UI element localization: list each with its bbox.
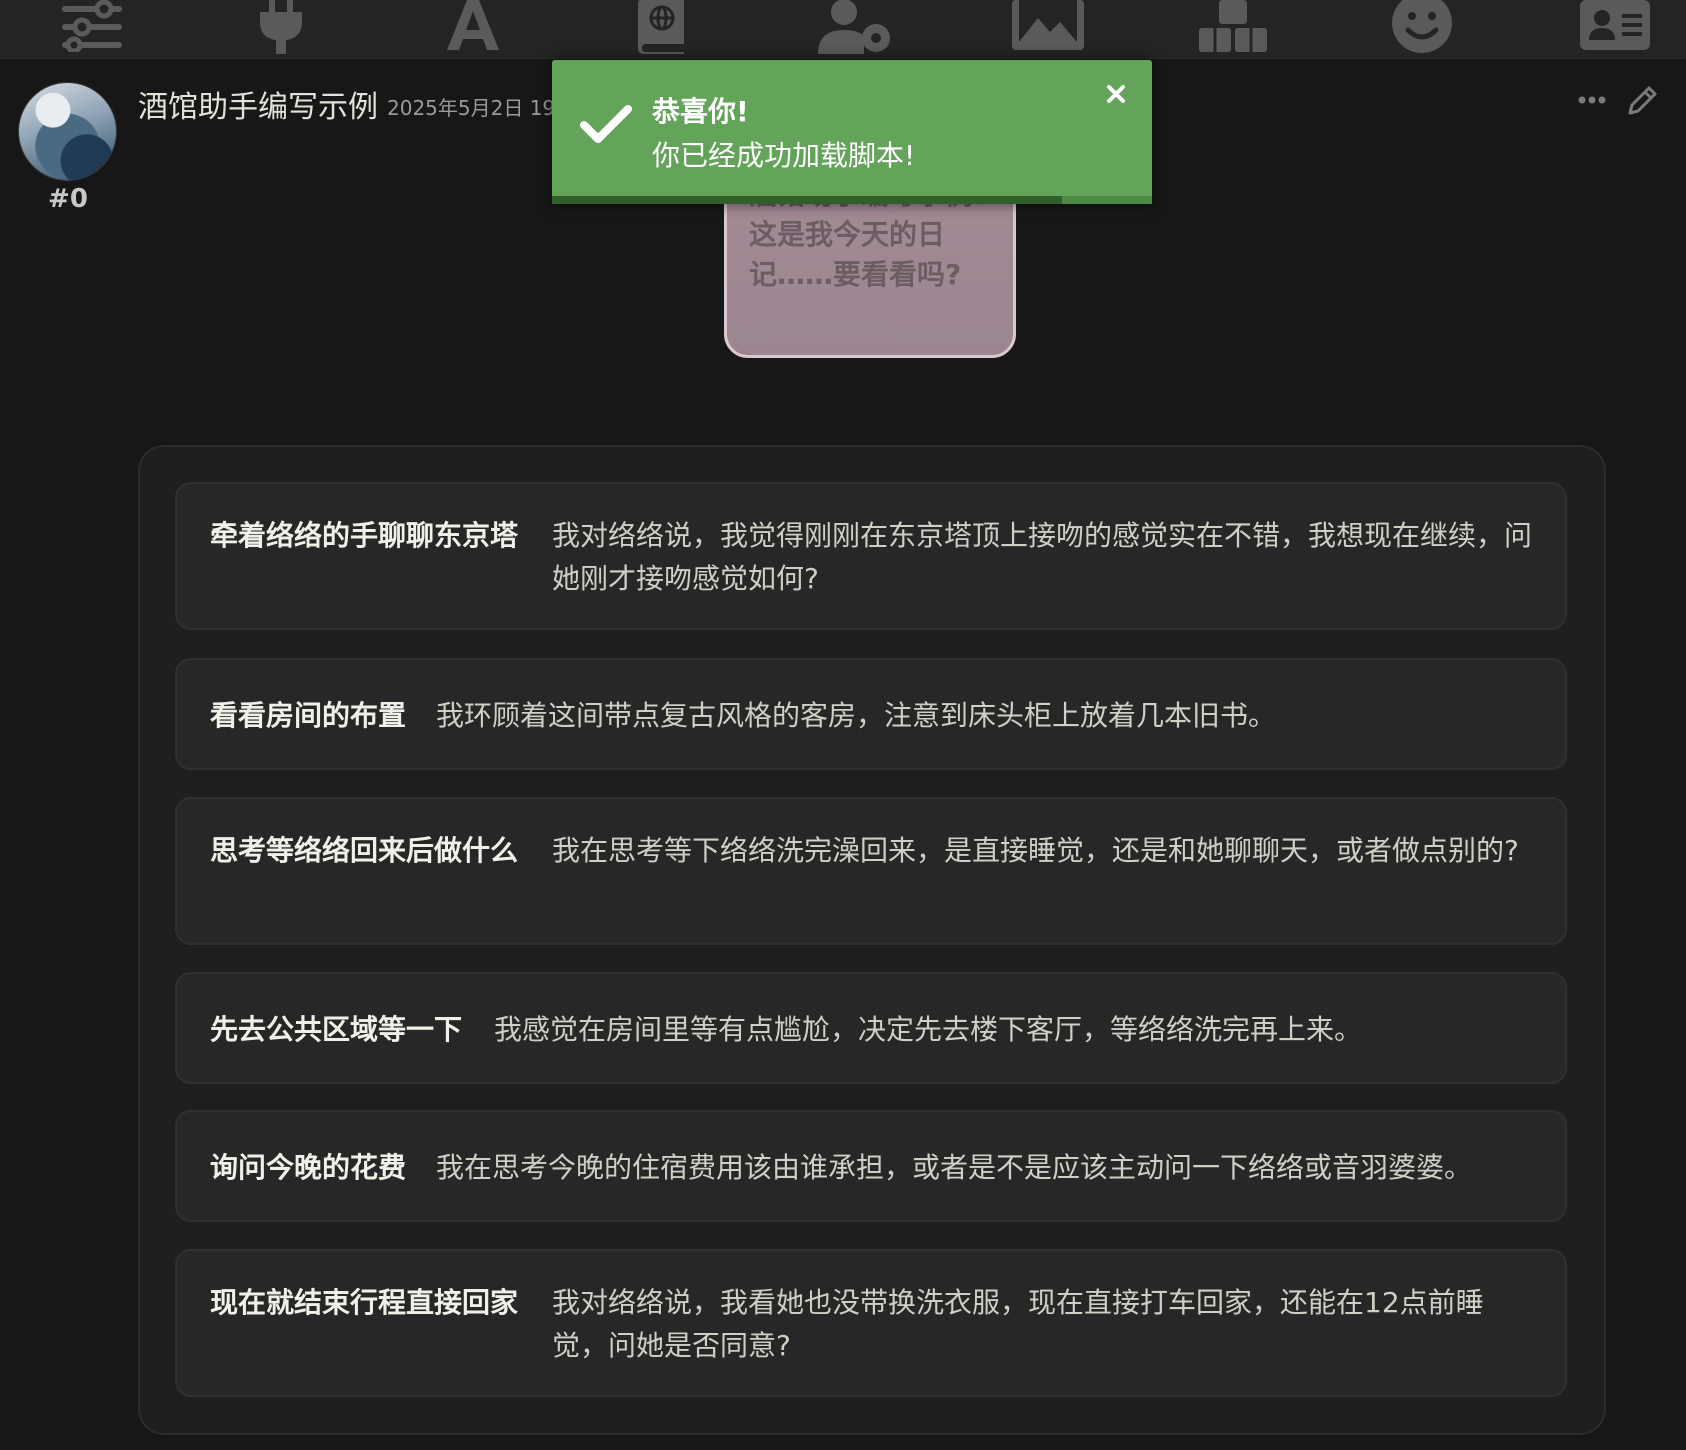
close-icon[interactable] <box>1106 84 1126 108</box>
option-card[interactable]: 思考等络络回来后做什么 我在思考等下络络洗完澡回来，是直接睡觉，还是和她聊聊天，… <box>175 797 1567 945</box>
message-timestamp: 2025年5月2日 19 <box>387 96 552 120</box>
plug-icon[interactable] <box>236 0 326 56</box>
top-toolbar <box>0 0 1686 59</box>
sliders-icon[interactable] <box>47 0 137 56</box>
diary-bubble[interactable]: 酒馆助手编写示例: 这是我今天的日记……要看看吗? <box>724 180 1016 358</box>
more-options-icon[interactable] <box>1578 90 1606 109</box>
image-icon[interactable] <box>1003 0 1093 56</box>
option-description: 我对络络说，我觉得刚刚在东京塔顶上接吻的感觉实在不错，我想现在继续，问她刚才接吻… <box>552 519 1533 595</box>
checkmark-icon <box>580 104 632 148</box>
toast-title: 恭喜你! <box>652 95 749 128</box>
option-card[interactable]: 现在就结束行程直接回家 我对络络说，我看她也没带换洗衣服，现在直接打车回家，还能… <box>175 1249 1567 1397</box>
option-title: 看看房间的布置 <box>210 699 407 732</box>
option-card[interactable]: 先去公共区域等一下 我感觉在房间里等有点尴尬，决定先去楼下客厅，等络络洗完再上来… <box>175 972 1567 1084</box>
option-card[interactable]: 询问今晚的花费 我在思考今晚的住宿费用该由谁承担，或者是不是应该主动问一下络络或… <box>175 1110 1567 1222</box>
option-title: 现在就结束行程直接回家 <box>210 1286 519 1319</box>
toast-progress-bar <box>552 196 1152 204</box>
option-card[interactable]: 牵着络络的手聊聊东京塔 我对络络说，我觉得刚刚在东京塔顶上接吻的感觉实在不错，我… <box>175 482 1567 630</box>
option-description: 我在思考等下络络洗完澡回来，是直接睡觉，还是和她聊聊天，或者做点别的? <box>552 834 1519 867</box>
option-description: 我感觉在房间里等有点尴尬，决定先去楼下客厅，等络络洗完再上来。 <box>494 1013 1363 1046</box>
option-title: 思考等络络回来后做什么 <box>210 834 519 867</box>
toast-progress-fill <box>552 196 1062 204</box>
success-toast[interactable]: 恭喜你! 你已经成功加载脚本! <box>552 60 1152 204</box>
id-card-icon[interactable] <box>1570 0 1660 56</box>
option-title: 牵着络络的手聊聊东京塔 <box>210 519 519 552</box>
avatar[interactable] <box>18 82 117 181</box>
user-gear-icon[interactable] <box>811 0 901 56</box>
option-title: 询问今晚的花费 <box>210 1151 407 1184</box>
character-name: 酒馆助手编写示例 <box>138 90 378 125</box>
option-description: 我对络络说，我看她也没带换洗衣服，现在直接打车回家，还能在12点前睡觉，问她是否… <box>552 1286 1484 1362</box>
book-globe-icon[interactable] <box>617 0 707 56</box>
option-description: 我环顾着这间带点复古风格的客房，注意到床头柜上放着几本旧书。 <box>436 699 1277 732</box>
option-title: 先去公共区域等一下 <box>210 1013 463 1046</box>
pencil-icon[interactable] <box>1627 84 1659 120</box>
toast-message: 你已经成功加载脚本! <box>652 139 916 172</box>
smile-icon[interactable] <box>1377 0 1467 56</box>
font-a-icon[interactable] <box>428 0 518 56</box>
cubes-icon[interactable] <box>1188 0 1278 56</box>
message-index: #0 <box>48 184 88 214</box>
option-description: 我在思考今晚的住宿费用该由谁承担，或者是不是应该主动问一下络络或音羽婆婆。 <box>436 1151 1473 1184</box>
option-card[interactable]: 看看房间的布置 我环顾着这间带点复古风格的客房，注意到床头柜上放着几本旧书。 <box>175 658 1567 770</box>
